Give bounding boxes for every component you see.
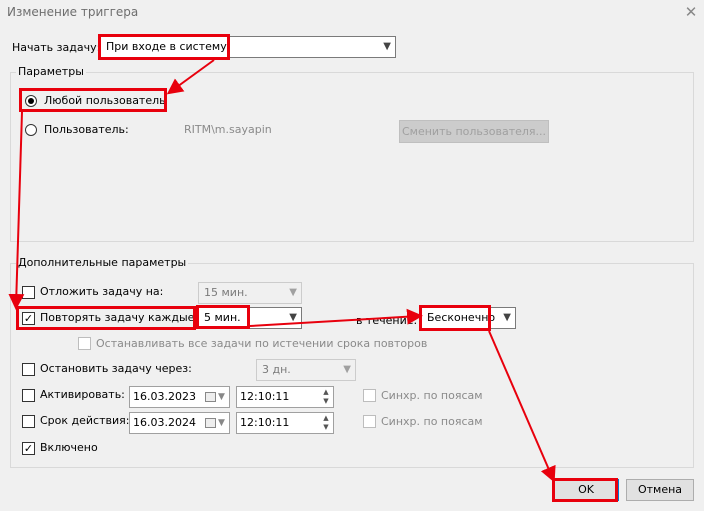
arrow-user-to-repeat xyxy=(8,111,25,310)
arrow-duration-to-ok xyxy=(488,330,556,483)
annotation-arrows xyxy=(8,59,556,483)
arrow-start-to-user xyxy=(166,59,215,95)
arrow-interval-to-duration xyxy=(249,308,423,327)
